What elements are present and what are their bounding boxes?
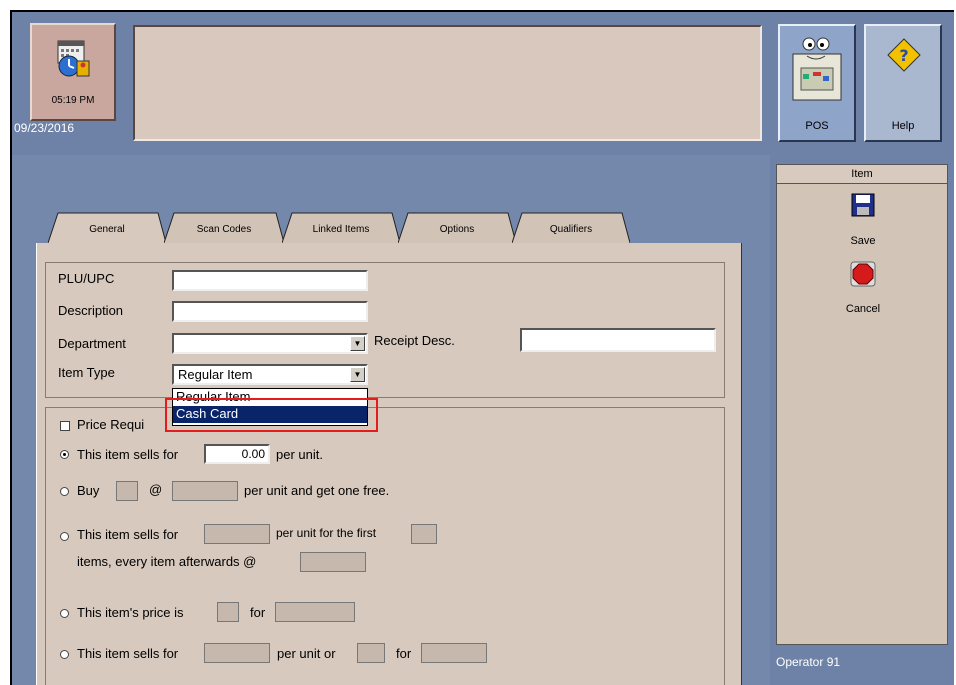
buy-price-input[interactable] — [172, 481, 238, 501]
sells-for-radio[interactable] — [60, 450, 69, 459]
plu-input[interactable] — [172, 270, 368, 291]
tiered-label: This item sells for — [77, 527, 179, 542]
help-label: Help — [891, 120, 915, 132]
chevron-down-icon[interactable]: ▼ — [350, 336, 365, 351]
plu-label: PLU/UPC — [58, 271, 115, 286]
price-is-amount-input[interactable] — [275, 602, 355, 622]
price-required-checkbox[interactable] — [60, 421, 70, 431]
item-type-label: Item Type — [58, 365, 115, 380]
description-label: Description — [58, 303, 124, 318]
receipt-desc-label: Receipt Desc. — [374, 333, 455, 348]
clock-time: 05:19 PM — [51, 95, 95, 106]
price-is-label: This item's price is — [77, 605, 184, 620]
item-type-value: Regular Item — [178, 367, 253, 382]
tab-label: Linked Items — [312, 224, 370, 235]
description-input[interactable] — [172, 301, 368, 322]
register-icon — [792, 37, 842, 101]
for-label: for — [250, 605, 266, 620]
help-button[interactable]: ? Help — [864, 24, 942, 142]
per-unit-label: per unit. — [276, 447, 323, 462]
calendar-clock-icon — [57, 40, 90, 77]
pos-label: POS — [805, 120, 829, 132]
tiered-line2-label: items, every item afterwards @ — [77, 554, 257, 569]
price-is-radio[interactable] — [60, 609, 69, 618]
cancel-button[interactable]: Cancel — [833, 261, 893, 321]
department-label: Department — [58, 336, 126, 351]
item-type-select[interactable]: Regular Item ▼ — [172, 364, 368, 385]
sells-for2-price-input[interactable] — [204, 643, 270, 663]
sells-for2-label: This item sells for — [77, 646, 179, 661]
sells-for-input[interactable]: 0.00 — [204, 444, 270, 464]
pos-button[interactable]: POS — [778, 24, 856, 142]
per-unit-or-label: per unit or — [277, 646, 336, 661]
tab-label: Options — [439, 224, 475, 235]
price-is-qty-input[interactable] — [217, 602, 239, 622]
message-area — [133, 25, 762, 141]
operator-status: Operator 91 — [776, 655, 841, 669]
save-label: Save — [850, 235, 876, 247]
tiered-price-input[interactable] — [204, 524, 270, 544]
sells-for2-qty-input[interactable] — [357, 643, 385, 663]
tab-label: General — [89, 224, 125, 235]
department-select[interactable]: ▼ — [172, 333, 368, 354]
sells-for-label: This item sells for — [77, 447, 179, 462]
chevron-down-icon[interactable]: ▼ — [350, 367, 365, 382]
buy-qty-input[interactable] — [116, 481, 138, 501]
save-button[interactable]: Save — [833, 193, 893, 253]
buy-label: Buy — [77, 483, 100, 498]
date-label: 09/23/2016 — [14, 121, 75, 135]
tiered-radio[interactable] — [60, 532, 69, 541]
tab-scan-codes[interactable]: Scan Codes — [164, 212, 284, 244]
tiered-qty-input[interactable] — [411, 524, 437, 544]
receipt-desc-input[interactable] — [520, 328, 716, 352]
clock-button[interactable]: 05:19 PM — [30, 23, 116, 121]
panel-title: Item — [777, 165, 947, 184]
sells-for2-amount-input[interactable] — [421, 643, 487, 663]
buy-suffix-label: per unit and get one free. — [244, 483, 390, 498]
tiered-after-price-input[interactable] — [300, 552, 366, 572]
tab-options[interactable]: Options — [398, 212, 516, 244]
tab-label: Qualifiers — [549, 224, 593, 235]
cancel-label: Cancel — [845, 303, 881, 315]
floppy-disk-icon — [851, 193, 875, 217]
tab-qualifiers[interactable]: Qualifiers — [512, 212, 630, 244]
tab-label: Scan Codes — [196, 224, 252, 235]
highlight-box — [165, 398, 378, 432]
item-action-panel: Item Save Cancel — [776, 164, 948, 645]
tab-general[interactable]: General — [48, 212, 166, 244]
tiered-mid-label: per unit for the first — [276, 526, 377, 540]
buy-radio[interactable] — [60, 487, 69, 496]
svg-text:?: ? — [899, 46, 908, 65]
sells-for2-radio[interactable] — [60, 650, 69, 659]
tab-linked-items[interactable]: Linked Items — [282, 212, 400, 244]
diamond-question-icon: ? — [887, 38, 921, 72]
price-required-label: Price Requi — [77, 417, 145, 432]
at-label: @ — [149, 482, 163, 497]
for-label-2: for — [396, 646, 412, 661]
stop-sign-icon — [850, 261, 876, 287]
